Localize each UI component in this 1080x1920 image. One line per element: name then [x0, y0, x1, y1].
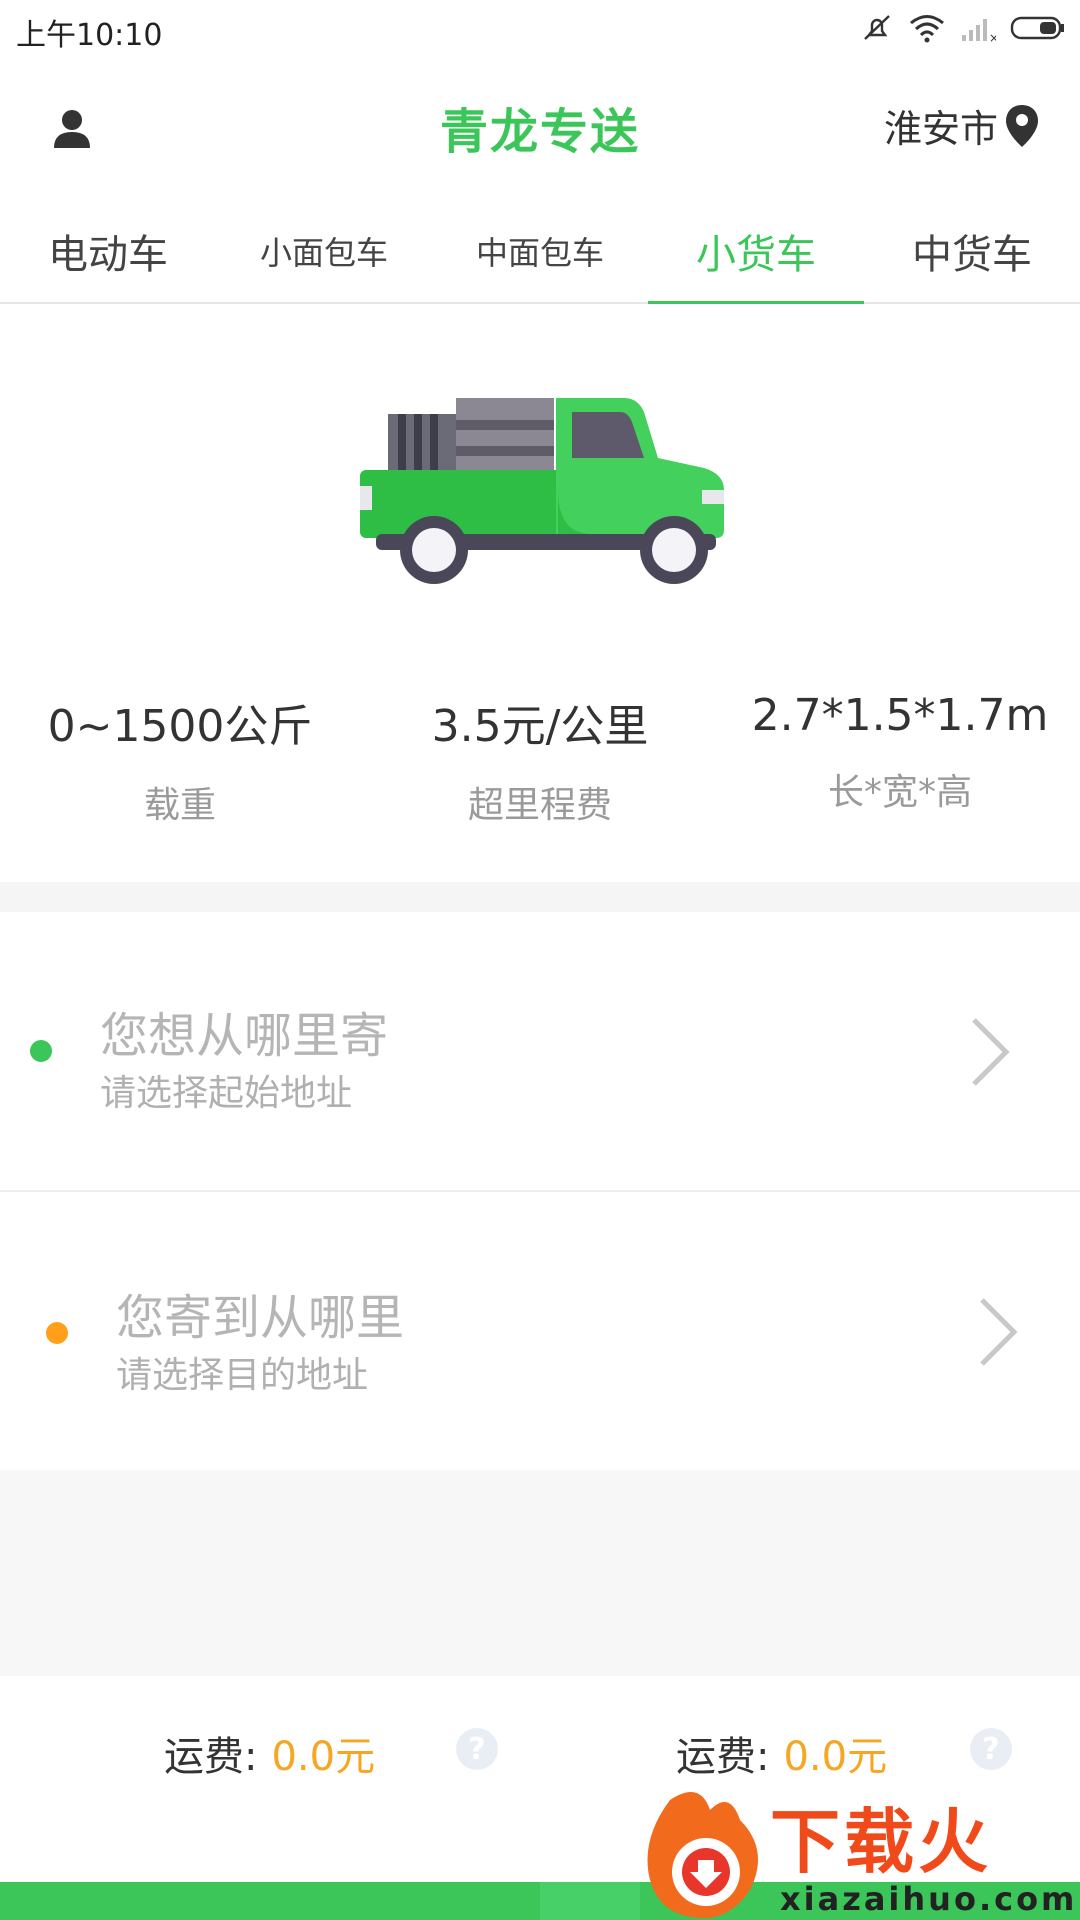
destination-address-row[interactable]: 您寄到从哪里 请选择目的地址: [0, 1192, 1080, 1470]
spec-extra-mileage: 3.5元/公里 超里程费: [360, 690, 720, 840]
destination-title: 您寄到从哪里: [116, 1290, 405, 1346]
spacer-block: [0, 1470, 1080, 1676]
help-icon[interactable]: ?: [970, 1728, 1012, 1770]
fee-value: 0.0元: [783, 1734, 888, 1780]
svg-text:×: ×: [989, 31, 996, 43]
spec-dimensions-label: 长*宽*高: [827, 772, 972, 813]
fee-item-2: 运费: 0.0元: [676, 1724, 887, 1782]
vehicle-illustration-area: [0, 302, 1080, 662]
battery-icon: [1010, 16, 1064, 40]
tab-small-truck[interactable]: 小货车: [648, 200, 864, 304]
watermark-url: xiazaihuo.com: [780, 1880, 1078, 1918]
destination-subtitle: 请选择目的地址: [116, 1355, 369, 1396]
spec-dimensions-value: 2.7*1.5*1.7m: [751, 690, 1049, 741]
chevron-right-icon: [972, 1018, 1010, 1086]
fee-label: 运费:: [676, 1734, 770, 1780]
app-bar: 青龙专送 淮安市: [0, 58, 1080, 188]
flame-logo-icon: [647, 1792, 758, 1919]
vehicle-type-tabs: 电动车 小面包车 中面包车 小货车 中货车: [0, 200, 1080, 304]
wifi-icon: [910, 15, 944, 43]
city-name: 淮安市: [883, 107, 998, 151]
watermark-text: 下载火: [770, 1801, 992, 1883]
spec-extra-mileage-label: 超里程费: [467, 785, 612, 826]
fee-value: 0.0元: [271, 1734, 376, 1780]
status-icons: ×: [860, 10, 1066, 46]
signal-icon: ×: [962, 19, 996, 43]
spec-extra-mileage-value: 3.5元/公里: [431, 701, 649, 752]
destination-dot: [46, 1322, 68, 1344]
help-icon[interactable]: ?: [456, 1728, 498, 1770]
bottom-bar-segment: [540, 1882, 640, 1920]
truck-icon: [360, 398, 724, 584]
section-divider: [0, 882, 1080, 912]
city-selector[interactable]: 淮安市: [884, 98, 1040, 153]
fee-item-1: 运费: 0.0元: [164, 1724, 375, 1782]
status-bar: 上午10:10 ×: [0, 0, 1080, 58]
tab-medium-van[interactable]: 中面包车: [432, 200, 648, 302]
mute-icon: [864, 15, 890, 40]
fee-label: 运费:: [164, 1734, 258, 1780]
chevron-right-icon: [980, 1298, 1018, 1366]
origin-address-row[interactable]: 您想从哪里寄 请选择起始地址: [0, 912, 1080, 1192]
spec-load-value: 0~1500公斤: [47, 701, 313, 752]
tab-electric-vehicle[interactable]: 电动车: [0, 200, 216, 302]
tab-small-van[interactable]: 小面包车: [216, 200, 432, 302]
spec-load-label: 载重: [143, 785, 216, 826]
origin-dot: [30, 1040, 52, 1062]
tab-medium-truck[interactable]: 中货车: [864, 200, 1080, 302]
status-time: 上午10:10: [16, 18, 163, 53]
vehicle-specs: 0~1500公斤 载重 3.5元/公里 超里程费 2.7*1.5*1.7m 长*…: [0, 690, 1080, 840]
origin-title: 您想从哪里寄: [100, 1008, 389, 1064]
origin-subtitle: 请选择起始地址: [100, 1073, 353, 1114]
location-pin-icon: [1006, 104, 1038, 147]
watermark: 下载火 xiazaihuo.com: [640, 1780, 1080, 1920]
spec-load: 0~1500公斤 载重: [0, 690, 360, 840]
spec-dimensions: 2.7*1.5*1.7m 长*宽*高: [720, 690, 1080, 840]
